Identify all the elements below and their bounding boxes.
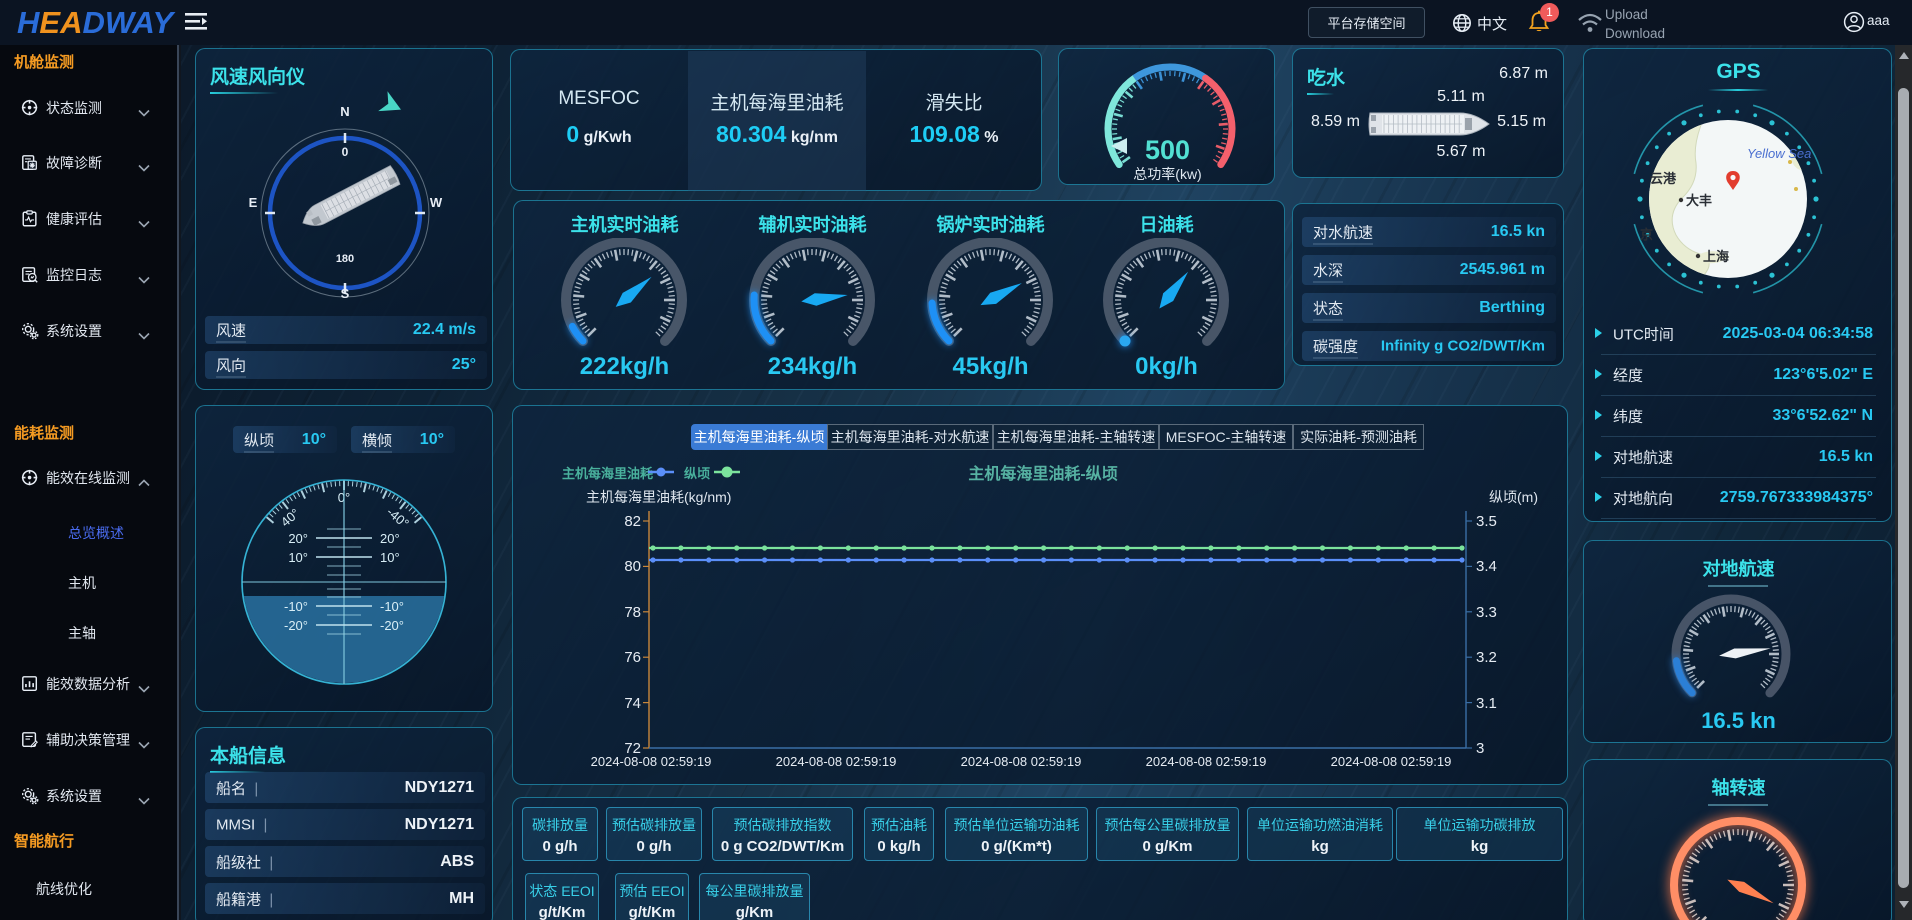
svg-text:10°: 10° — [380, 550, 400, 565]
svg-text:S: S — [341, 286, 350, 301]
svg-text:-10°: -10° — [284, 599, 308, 614]
svg-text:E: E — [249, 195, 258, 210]
svg-text:N: N — [340, 104, 349, 119]
svg-text:W: W — [430, 195, 443, 210]
svg-text:20°: 20° — [288, 531, 308, 546]
svg-text:京: 京 — [1640, 227, 1653, 242]
svg-text:-20°: -20° — [284, 618, 308, 633]
svg-text:-10°: -10° — [380, 599, 404, 614]
svg-text:-40°: -40° — [384, 504, 412, 531]
svg-text:10°: 10° — [288, 550, 308, 565]
svg-text:上海: 上海 — [1703, 249, 1729, 264]
svg-text:大丰: 大丰 — [1686, 193, 1712, 208]
svg-text:-20°: -20° — [380, 618, 404, 633]
svg-text:180: 180 — [336, 253, 354, 265]
svg-text:Yellow Sea: Yellow Sea — [1747, 146, 1811, 161]
svg-text:0: 0 — [342, 145, 349, 159]
svg-text:20°: 20° — [380, 531, 400, 546]
svg-text:云港: 云港 — [1650, 171, 1677, 186]
svg-text:40°: 40° — [278, 505, 303, 529]
